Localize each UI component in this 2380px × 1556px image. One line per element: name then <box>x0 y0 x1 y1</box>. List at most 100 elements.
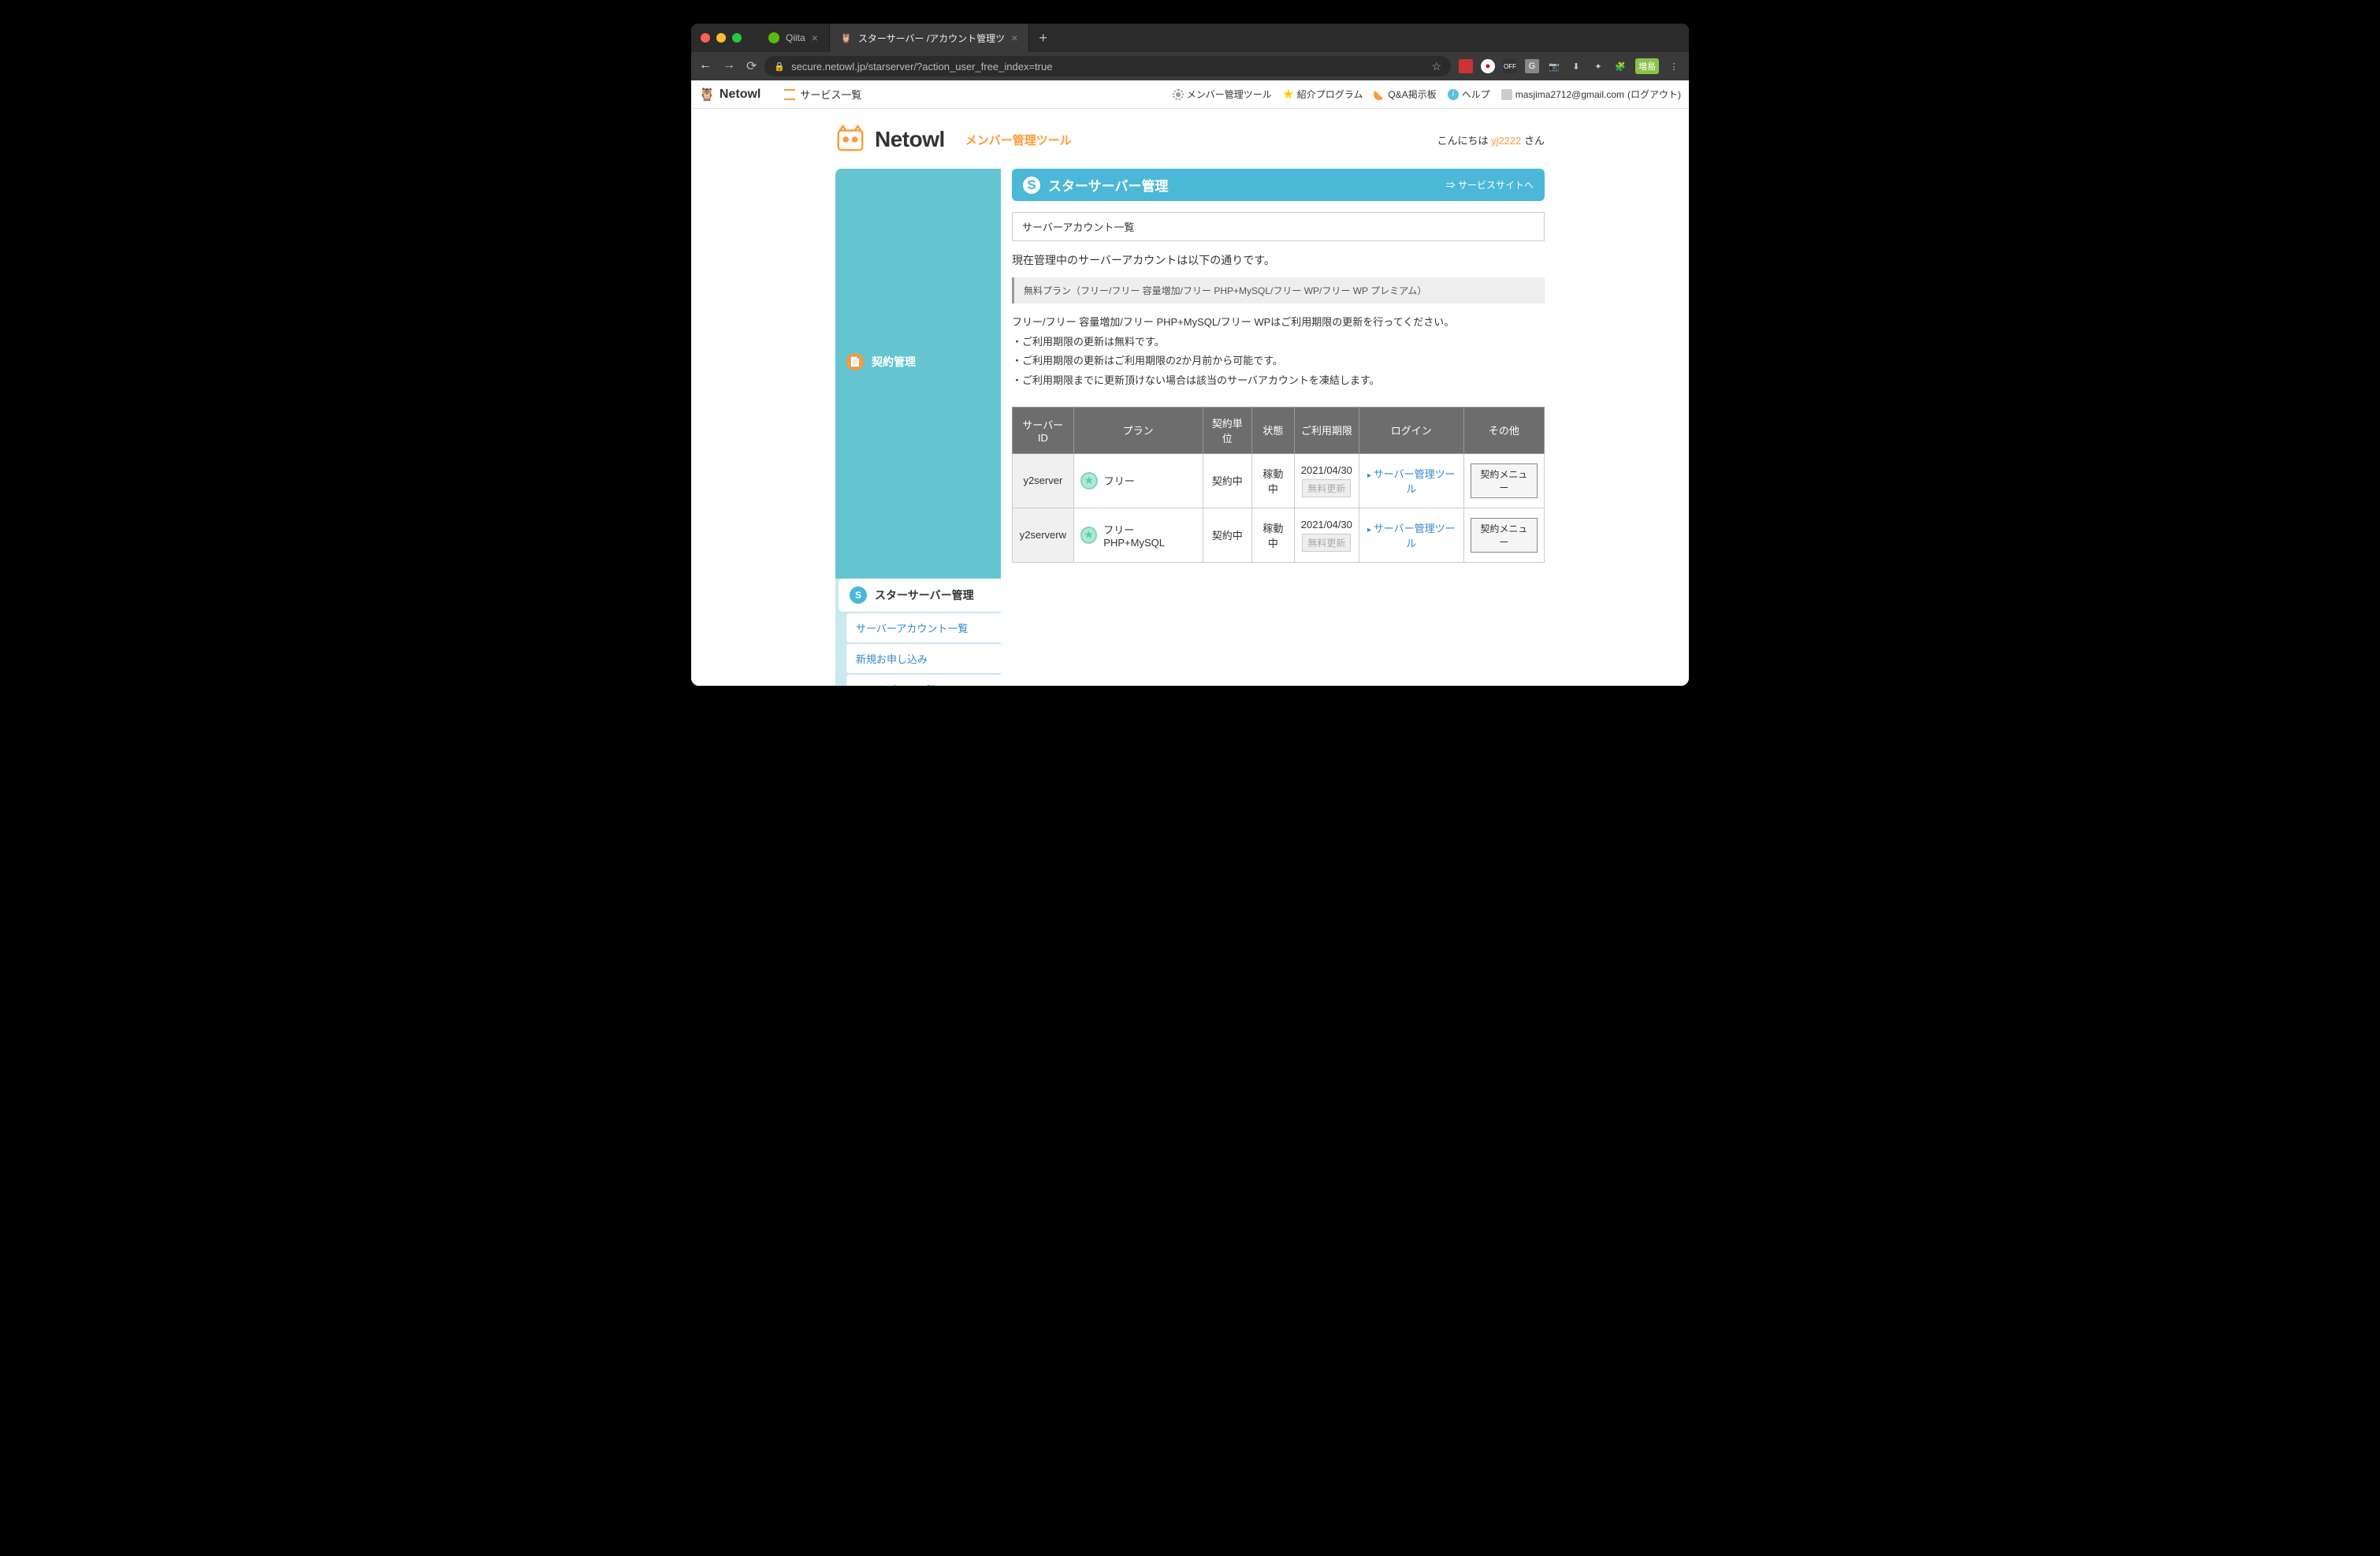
brand-small[interactable]: 🦉 Netowl <box>699 87 760 102</box>
owl-icon: 🦉 <box>699 87 715 102</box>
services-label: サービス一覧 <box>800 87 861 102</box>
contract-unit: 契約中 <box>1203 453 1251 508</box>
plan-note-bar: 無料プラン（フリー/フリー 容量増加/フリー PHP+MySQL/フリー WP/… <box>1012 277 1545 303</box>
window-controls <box>701 33 742 43</box>
th-login: ログイン <box>1359 407 1463 453</box>
extension-icons: ● OFF G 📷 ⬇ ✦ 🧩 増島 ⋮ <box>1459 58 1681 74</box>
th-status: 状態 <box>1251 407 1294 453</box>
star-badge-icon: ★ <box>1080 472 1098 490</box>
address-bar[interactable]: 🔒 secure.netowl.jp/starserver/?action_us… <box>764 56 1451 76</box>
qiita-favicon <box>768 32 779 43</box>
status: 稼動中 <box>1251 508 1294 562</box>
status: 稼動中 <box>1251 453 1294 508</box>
services-menu[interactable]: サービス一覧 <box>784 87 861 102</box>
contract-unit: 契約中 <box>1203 508 1251 562</box>
owl-logo-icon <box>835 125 865 154</box>
description: 現在管理中のサーバーアカウントは以下の通りです。 <box>1012 252 1545 268</box>
server-table: サーバーID プラン 契約単位 状態 ご利用期限 ログイン その他 <box>1012 407 1545 563</box>
expiry-cell: 2021/04/30無料更新 <box>1294 453 1359 508</box>
renew-button[interactable]: 無料更新 <box>1302 479 1351 497</box>
plan-name: フリー PHP+MySQL <box>1103 522 1196 549</box>
close-icon[interactable]: × <box>812 32 818 44</box>
ext-icon[interactable]: OFF <box>1503 59 1517 73</box>
star-icon: S <box>1023 177 1040 194</box>
account-email[interactable]: masjima2712@gmail.com (ログアウト) <box>1501 87 1681 101</box>
contract-menu-button[interactable]: 契約メニュー <box>1471 463 1538 498</box>
contract-menu-button[interactable]: 契約メニュー <box>1471 518 1538 553</box>
reload-button[interactable]: ⟳ <box>746 58 757 74</box>
main-content: S スターサーバー管理 ⇒ サービスサイトへ サーバーアカウント一覧 現在管理中… <box>1001 169 1545 586</box>
tab-label: Qiita <box>786 32 805 43</box>
ext-icon[interactable]: 📷 <box>1547 59 1561 73</box>
server-tool-link[interactable]: サーバー管理ツール <box>1367 468 1456 495</box>
new-tab-button[interactable]: + <box>1029 30 1057 47</box>
ext-icon[interactable] <box>1459 59 1473 73</box>
sidebar-starserver[interactable]: S スターサーバー管理 <box>839 579 1001 612</box>
sidebar-sub-sslopt[interactable]: SSLオプション購入 <box>846 675 1001 686</box>
pencil-icon <box>1374 89 1385 100</box>
th-plan: プラン <box>1073 407 1203 453</box>
document-icon: 📄 <box>846 353 864 370</box>
info-icon: i <box>1448 89 1459 100</box>
brand-subtitle: メンバー管理ツール <box>965 132 1072 148</box>
ext-icon[interactable]: G <box>1525 59 1539 73</box>
renew-button[interactable]: 無料更新 <box>1302 534 1351 552</box>
ext-icon[interactable]: ✦ <box>1591 59 1605 73</box>
star-icon <box>1283 89 1294 100</box>
server-tool-link[interactable]: サーバー管理ツール <box>1367 523 1456 549</box>
ext-icon[interactable]: 🧩 <box>1613 59 1627 73</box>
table-row: y2serverw ★フリー PHP+MySQL 契約中 稼動中 2021/04… <box>1013 508 1545 562</box>
logout-link[interactable]: (ログアウト) <box>1627 87 1681 101</box>
netowl-favicon: 🦉 <box>841 32 852 43</box>
minimize-window[interactable] <box>716 33 726 43</box>
brand-text: Netowl <box>720 87 760 102</box>
lock-icon: 🔒 <box>774 61 785 72</box>
lock-icon <box>1501 89 1512 100</box>
qa-link[interactable]: Q&A掲示板 <box>1374 87 1436 101</box>
tab-starserver[interactable]: 🦉 スターサーバー /アカウント管理ツ × <box>830 24 1030 52</box>
back-button[interactable]: ← <box>699 58 712 74</box>
notes: フリー/フリー 容量増加/フリー PHP+MySQL/フリー WPはご利用期限の… <box>1012 313 1545 391</box>
browser-titlebar: Qiita × 🦉 スターサーバー /アカウント管理ツ × + <box>691 24 1689 52</box>
th-id: サーバーID <box>1013 407 1074 453</box>
page-title-bar: S スターサーバー管理 ⇒ サービスサイトへ <box>1012 169 1545 201</box>
menu-icon[interactable]: ⋮ <box>1667 59 1681 73</box>
username: yj2222 <box>1491 135 1521 147</box>
star-badge-icon: ★ <box>1080 527 1098 544</box>
th-other: その他 <box>1463 407 1544 453</box>
browser-toolbar: ← → ⟳ 🔒 secure.netowl.jp/starserver/?act… <box>691 52 1689 80</box>
help-link[interactable]: iヘルプ <box>1448 87 1490 101</box>
server-id: y2server <box>1013 453 1074 508</box>
th-expiry: ご利用期限 <box>1294 407 1359 453</box>
gear-icon <box>1173 89 1184 100</box>
expiry-cell: 2021/04/30無料更新 <box>1294 508 1359 562</box>
ext-icon[interactable]: ⬇ <box>1569 59 1583 73</box>
bookmark-star-icon[interactable]: ☆ <box>1431 60 1441 73</box>
sidebar: 📄 契約管理 S スターサーバー管理 サーバーアカウント一覧 新規お申し込み S… <box>835 169 1001 686</box>
brand-large: Netowl メンバー管理ツール <box>835 125 1072 154</box>
sidebar-sub-new[interactable]: 新規お申し込み <box>846 644 1001 673</box>
star-icon: S <box>850 586 867 604</box>
profile-avatar[interactable]: 増島 <box>1635 58 1659 74</box>
table-row: y2server ★フリー 契約中 稼動中 2021/04/30無料更新 サーバ… <box>1013 453 1545 508</box>
sidebar-contract[interactable]: 📄 契約管理 <box>835 169 1001 579</box>
member-tool-link[interactable]: メンバー管理ツール <box>1173 87 1272 101</box>
th-unit: 契約単位 <box>1203 407 1251 453</box>
greeting: こんにちは yj2222 さん <box>1437 132 1545 147</box>
sidebar-sub-accounts[interactable]: サーバーアカウント一覧 <box>846 613 1001 642</box>
browser-tabs: Qiita × 🦉 スターサーバー /アカウント管理ツ × + <box>757 24 1057 52</box>
close-window[interactable] <box>701 33 710 43</box>
service-site-link[interactable]: ⇒ サービスサイトへ <box>1446 178 1534 192</box>
forward-button[interactable]: → <box>723 58 735 74</box>
referral-link[interactable]: 紹介プログラム <box>1283 87 1363 101</box>
tab-qiita[interactable]: Qiita × <box>757 24 830 52</box>
close-icon[interactable]: × <box>1011 32 1017 44</box>
ext-icon[interactable]: ● <box>1481 59 1495 73</box>
panel-title: サーバーアカウント一覧 <box>1012 212 1545 241</box>
site-topnav: 🦉 Netowl サービス一覧 メンバー管理ツール 紹介プログラム Q&A掲示板… <box>691 80 1689 109</box>
url-text: secure.netowl.jp/starserver/?action_user… <box>791 61 1052 73</box>
page-title: スターサーバー管理 <box>1048 175 1169 195</box>
maximize-window[interactable] <box>732 33 742 43</box>
brand-name: Netowl <box>875 127 945 152</box>
tab-label: スターサーバー /アカウント管理ツ <box>858 32 1005 45</box>
